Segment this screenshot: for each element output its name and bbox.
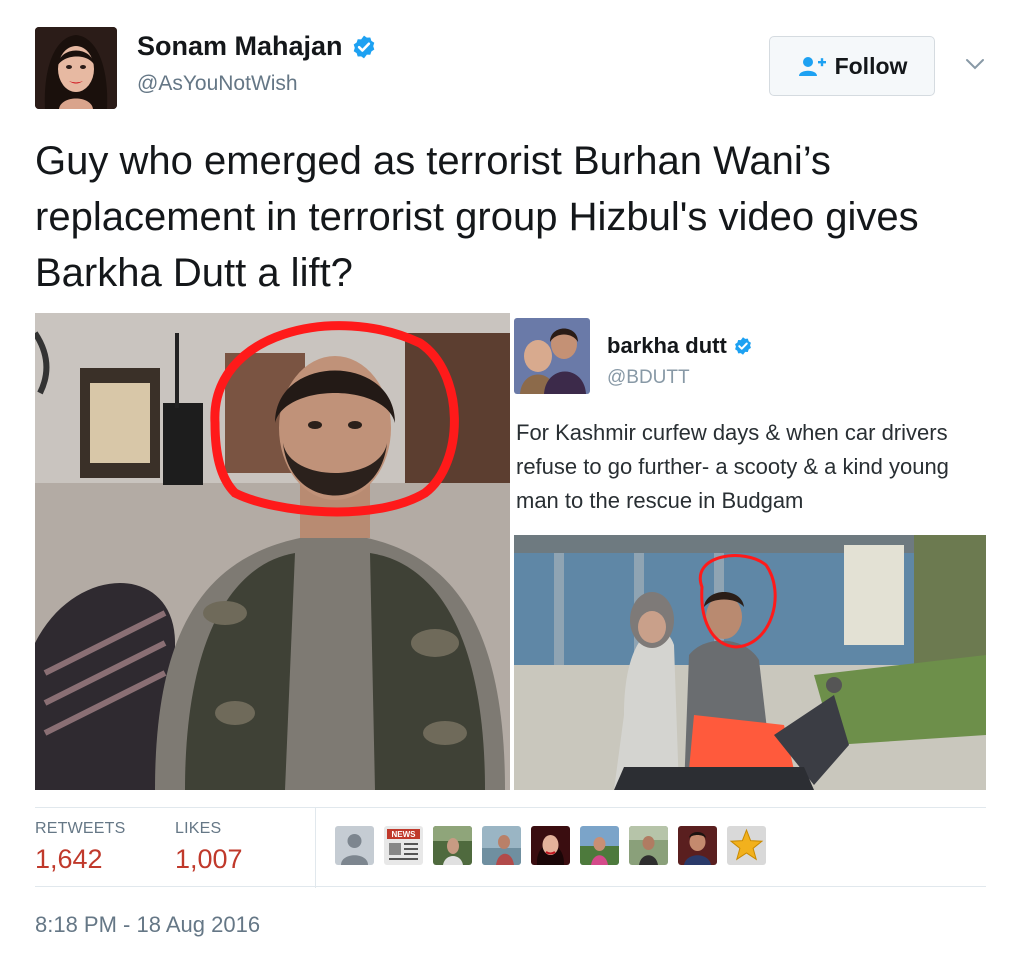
verified-badge-icon	[734, 337, 751, 355]
follow-button-label: Follow	[834, 52, 908, 79]
author-name[interactable]: Sonam Mahajan	[137, 31, 343, 62]
likes-count: 1,007	[175, 844, 243, 874]
liker-avatars: NEWS	[335, 826, 776, 865]
tweet-timestamp[interactable]: 8:18 PM - 18 Aug 2016	[35, 912, 260, 938]
author-name-row: Sonam Mahajan	[137, 31, 377, 62]
svg-text:NEWS: NEWS	[392, 830, 417, 839]
news-avatar-icon[interactable]: NEWS	[384, 826, 423, 865]
liker-avatar[interactable]	[531, 826, 570, 865]
author-avatar[interactable]	[35, 27, 117, 109]
liker-avatar[interactable]	[678, 826, 717, 865]
embedded-author-avatar	[514, 318, 590, 394]
star-badge-avatar-icon[interactable]	[727, 826, 766, 865]
stats-separator	[315, 808, 316, 888]
engagement-stats: RETWEETS 1,642 LIKES 1,007 NEWS	[35, 808, 986, 888]
retweets-count: 1,642	[35, 844, 103, 874]
tweet-media[interactable]: barkha dutt @BDUTT For Kashmir curfew da…	[35, 313, 986, 790]
tweet-header: Sonam Mahajan @AsYouNotWish Follow	[0, 0, 1024, 120]
likes-label: LIKES	[175, 820, 222, 837]
chevron-down-icon[interactable]	[964, 56, 986, 72]
embedded-tweet-photo	[514, 535, 986, 790]
default-avatar-icon[interactable]	[335, 826, 374, 865]
embedded-author-name: barkha dutt	[607, 333, 727, 358]
add-user-icon	[798, 57, 826, 76]
retweets-label: RETWEETS	[35, 820, 126, 837]
author-handle[interactable]: @AsYouNotWish	[137, 72, 298, 96]
retweets-stat[interactable]: RETWEETS 1,642	[35, 820, 126, 875]
embedded-name-row: barkha dutt	[607, 333, 753, 359]
liker-avatar[interactable]	[482, 826, 521, 865]
embedded-author-handle: @BDUTT	[607, 367, 690, 388]
liker-avatar[interactable]	[580, 826, 619, 865]
media-photo-left[interactable]	[35, 313, 510, 790]
stats-bottom-divider	[35, 886, 986, 887]
follow-button[interactable]: Follow	[769, 36, 935, 96]
media-photo-right[interactable]: barkha dutt @BDUTT For Kashmir curfew da…	[514, 313, 986, 790]
verified-badge-icon	[353, 35, 374, 58]
likes-stat[interactable]: LIKES 1,007	[175, 820, 243, 875]
liker-avatar[interactable]	[433, 826, 472, 865]
tweet-text: Guy who emerged as terrorist Burhan Wani…	[35, 139, 919, 295]
liker-avatar[interactable]	[629, 826, 668, 865]
embedded-tweet-text: For Kashmir curfew days & when car drive…	[516, 420, 949, 513]
